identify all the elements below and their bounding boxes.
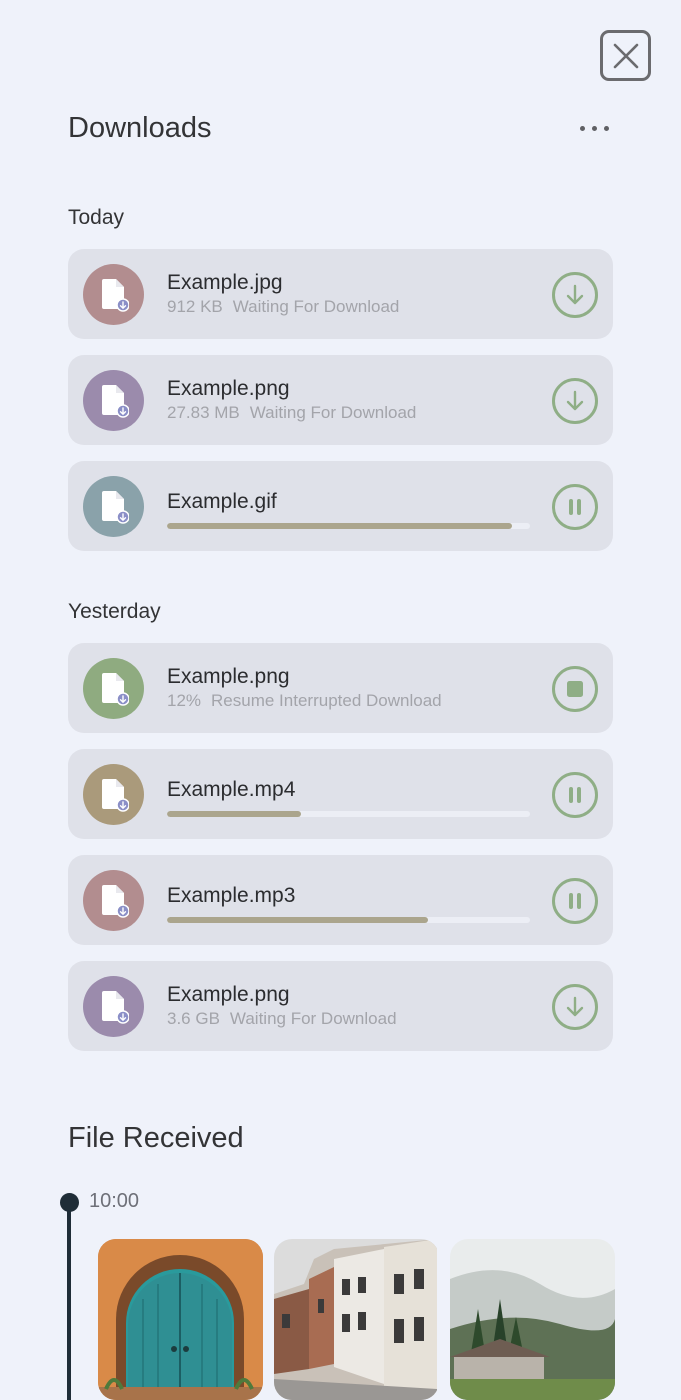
close-button[interactable]	[600, 30, 651, 81]
file-name: Example.mp4	[167, 778, 296, 801]
download-list: Example.png 12% Resume Interrupted Downloa…	[68, 643, 613, 1051]
page-title: Downloads	[68, 111, 212, 144]
file-name: Example.gif	[167, 490, 277, 513]
download-status: Resume Interrupted Download	[211, 691, 442, 710]
download-info: Example.jpg 912 KB Waiting For Download	[167, 269, 531, 317]
timeline-time: 10:00	[89, 1190, 140, 1212]
progress-fill	[167, 523, 512, 529]
progress-bar	[167, 811, 530, 817]
file-icon	[83, 658, 144, 719]
download-item[interactable]: Example.jpg 912 KB Waiting For Download	[68, 249, 613, 339]
download-status: Waiting For Download	[232, 297, 400, 316]
thumbnail-landscape[interactable]	[450, 1239, 615, 1400]
file-size: 3.6 GB	[167, 1009, 220, 1028]
file-size: 912 KB	[167, 297, 223, 316]
timeline-dot	[60, 1193, 79, 1212]
download-info: Example.png 27.83 MB Waiting For Download	[167, 375, 531, 423]
download-list: Example.jpg 912 KB Waiting For Download Exa…	[68, 249, 613, 551]
download-status: Waiting For Download	[249, 403, 417, 422]
pause-button[interactable]	[552, 484, 598, 530]
file-size: 12%	[167, 691, 202, 710]
door-photo	[98, 1239, 263, 1400]
more-horizontal-icon	[580, 125, 585, 131]
file-meta: 27.83 MB Waiting For Download	[167, 403, 531, 423]
file-meta: 12% Resume Interrupted Download	[167, 691, 531, 711]
pause-button[interactable]	[552, 878, 598, 924]
file-meta: 912 KB Waiting For Download	[167, 297, 531, 317]
section-title: Today	[68, 206, 125, 229]
file-name: Example.mp3	[167, 884, 296, 907]
file-received-title: File Received	[68, 1122, 244, 1154]
download-item[interactable]: Example.mp3	[68, 855, 613, 945]
file-icon	[83, 870, 144, 931]
timeline-line	[67, 1203, 71, 1400]
download-item[interactable]: Example.png 3.6 GB Waiting For Download	[68, 961, 613, 1051]
download-info: Example.mp3	[167, 882, 531, 923]
download-status: Waiting For Download	[229, 1009, 397, 1028]
file-name: Example.png	[167, 665, 290, 688]
landscape-photo	[450, 1239, 615, 1400]
thumbnail-street[interactable]	[274, 1239, 439, 1400]
more-options-button[interactable]	[576, 120, 613, 137]
download-icon	[563, 283, 587, 307]
download-item[interactable]: Example.mp4	[68, 749, 613, 839]
file-icon	[83, 764, 144, 825]
file-name: Example.png	[167, 983, 290, 1006]
file-icon	[83, 264, 144, 325]
progress-fill	[167, 811, 302, 817]
pause-icon	[564, 496, 586, 518]
download-info: Example.mp4	[167, 776, 531, 817]
stop-button[interactable]	[552, 666, 598, 712]
download-info: Example.png 12% Resume Interrupted Downloa…	[167, 663, 531, 711]
pause-icon	[564, 784, 586, 806]
progress-bar	[167, 917, 530, 923]
download-item[interactable]: Example.png 27.83 MB Waiting For Download	[68, 355, 613, 445]
progress-fill	[167, 917, 429, 923]
download-item[interactable]: Example.gif	[68, 461, 613, 551]
download-info: Example.gif	[167, 488, 531, 529]
thumbnail-door[interactable]	[98, 1239, 263, 1400]
section-yesterday: Yesterday Example.png 12% Resume Interrupt…	[68, 595, 613, 1051]
download-item[interactable]: Example.png 12% Resume Interrupted Downloa…	[68, 643, 613, 733]
received-thumbnails	[98, 1239, 615, 1400]
download-button[interactable]	[552, 272, 598, 318]
file-name: Example.png	[167, 377, 290, 400]
street-photo	[274, 1239, 437, 1400]
section-title: Yesterday	[68, 600, 161, 623]
download-button[interactable]	[552, 378, 598, 424]
file-name: Example.jpg	[167, 271, 283, 294]
download-info: Example.png 3.6 GB Waiting For Download	[167, 981, 531, 1029]
file-meta: 3.6 GB Waiting For Download	[167, 1009, 531, 1029]
progress-bar	[167, 523, 530, 529]
section-today: Today Example.jpg 912 KB Waiting For Downl…	[68, 201, 613, 551]
stop-icon	[564, 678, 586, 700]
pause-icon	[564, 890, 586, 912]
download-button[interactable]	[552, 984, 598, 1030]
file-size: 27.83 MB	[167, 403, 240, 422]
pause-button[interactable]	[552, 772, 598, 818]
page-header: Downloads	[68, 108, 613, 148]
file-icon	[83, 370, 144, 431]
close-icon	[613, 43, 638, 68]
download-icon	[563, 995, 587, 1019]
download-icon	[563, 389, 587, 413]
file-icon	[83, 476, 144, 537]
file-icon	[83, 976, 144, 1037]
